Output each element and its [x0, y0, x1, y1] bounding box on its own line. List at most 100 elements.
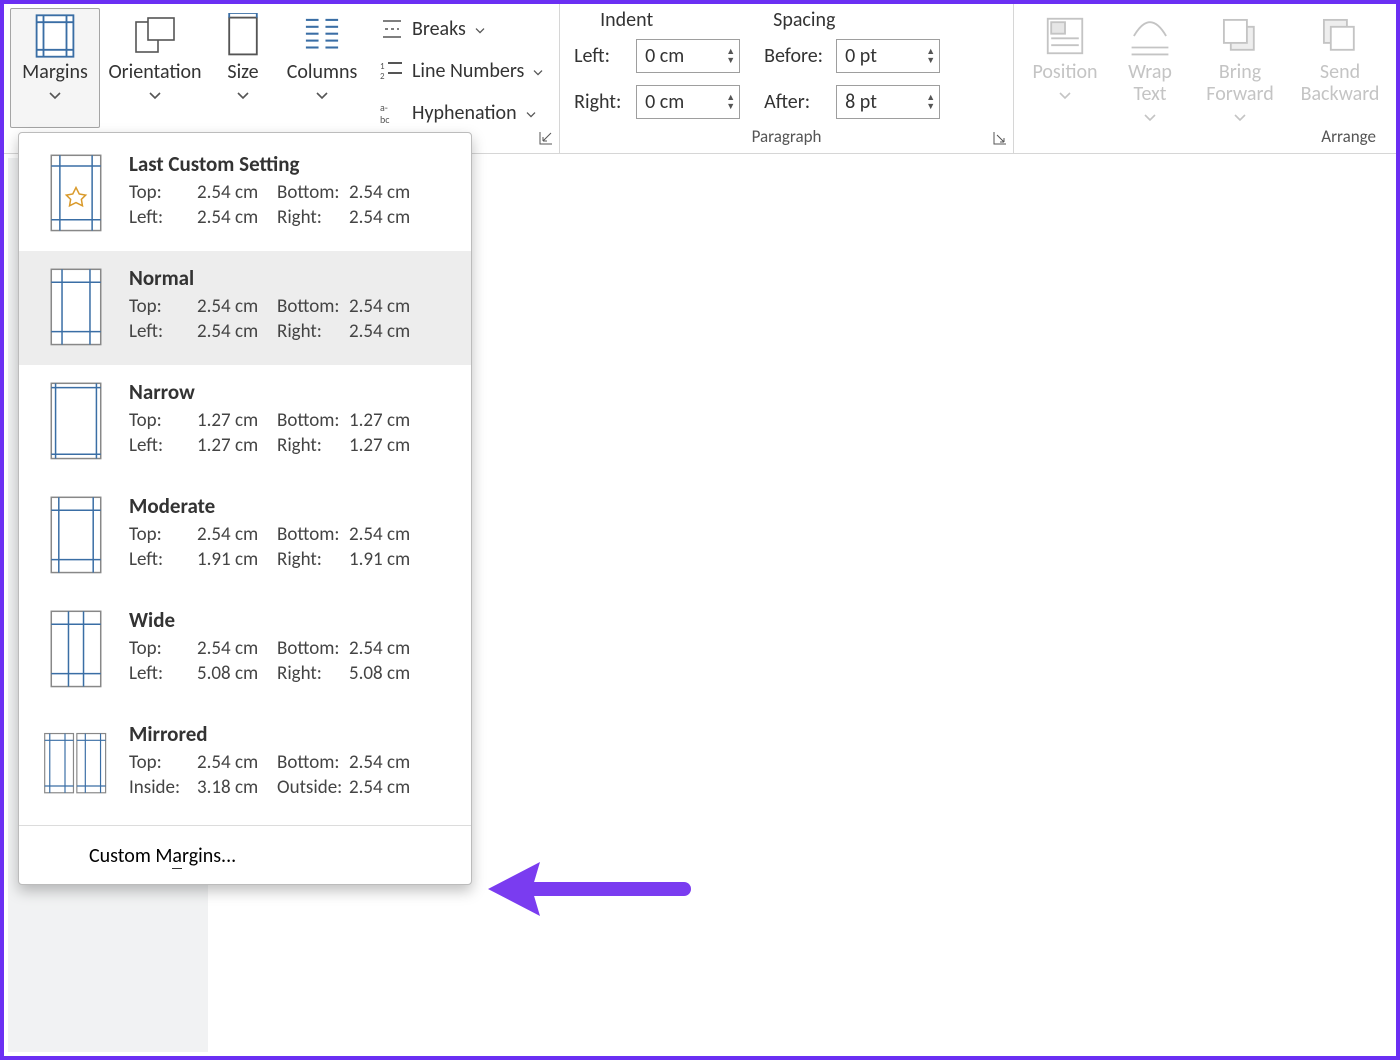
- line-numbers-icon: 12: [380, 59, 404, 83]
- margin-preset-info: Mirrored Top:2.54 cmBottom:2.54 cm Insid…: [129, 721, 453, 799]
- send-backward-button: Send Backward: [1290, 8, 1390, 128]
- spacing-before-input[interactable]: 0 pt ▲▼: [836, 39, 940, 73]
- send-backward-icon: [1317, 13, 1363, 59]
- spacing-after-value: 8 pt: [845, 90, 877, 114]
- svg-text:bc: bc: [380, 113, 390, 125]
- spinner-arrows-icon[interactable]: ▲▼: [926, 93, 935, 111]
- breaks-label: Breaks: [412, 17, 466, 41]
- breaks-button[interactable]: Breaks: [380, 12, 544, 46]
- margin-preset-values: Top:1.27 cmBottom:1.27 cm Left:1.27 cmRi…: [129, 409, 453, 457]
- wrap-text-label: Wrap Text: [1111, 61, 1189, 105]
- chevron-down-icon: [1058, 87, 1072, 106]
- margins-option-wide[interactable]: Wide Top:2.54 cmBottom:2.54 cm Left:5.08…: [19, 593, 471, 707]
- margins-option-normal[interactable]: Normal Top:2.54 cmBottom:2.54 cm Left:2.…: [19, 251, 471, 365]
- arrange-group-title: Arrange: [1014, 126, 1396, 147]
- margins-option-narrow[interactable]: Narrow Top:1.27 cmBottom:1.27 cm Left:1.…: [19, 365, 471, 479]
- margins-option-mirrored[interactable]: Mirrored Top:2.54 cmBottom:2.54 cm Insid…: [19, 707, 471, 821]
- line-numbers-label: Line Numbers: [412, 59, 524, 83]
- margin-preset-values: Top:2.54 cmBottom:2.54 cm Left:5.08 cmRi…: [129, 637, 453, 685]
- group-page-setup: Margins Orientation: [4, 4, 560, 153]
- margin-preset-values: Top:2.54 cmBottom:2.54 cm Left:1.91 cmRi…: [129, 523, 453, 571]
- orientation-button[interactable]: Orientation: [100, 8, 210, 128]
- margin-preset-info: Narrow Top:1.27 cmBottom:1.27 cm Left:1.…: [129, 379, 453, 457]
- indent-right-input[interactable]: 0 cm ▲▼: [636, 85, 740, 119]
- hyphenation-button[interactable]: a-bc Hyphenation: [380, 96, 544, 130]
- position-icon: [1042, 13, 1088, 59]
- margins-dropdown: Last Custom Setting Top:2.54 cmBottom:2.…: [18, 132, 472, 885]
- spacing-before-label: Before:: [764, 44, 828, 68]
- margin-preset-title: Normal: [129, 265, 453, 291]
- chevron-down-icon: [236, 87, 250, 106]
- page-setup-launcher-icon[interactable]: [539, 131, 553, 145]
- indent-left-value: 0 cm: [645, 44, 684, 68]
- bring-forward-icon: [1217, 13, 1263, 59]
- margin-preset-thumb-icon: [43, 721, 109, 807]
- spinner-arrows-icon[interactable]: ▲▼: [926, 47, 935, 65]
- spacing-after-input[interactable]: 8 pt ▲▼: [836, 85, 940, 119]
- breaks-icon: [380, 17, 404, 41]
- margin-preset-thumb-icon: [43, 151, 109, 237]
- orientation-icon: [132, 13, 178, 59]
- svg-text:2: 2: [380, 71, 385, 82]
- margins-option-custom[interactable]: Last Custom Setting Top:2.54 cmBottom:2.…: [19, 137, 471, 251]
- chevron-down-icon: [148, 87, 162, 106]
- margin-preset-title: Wide: [129, 607, 453, 633]
- indent-right-label: Right:: [574, 90, 628, 114]
- indent-left-input[interactable]: 0 cm ▲▼: [636, 39, 740, 73]
- margins-icon: [32, 13, 78, 59]
- margin-preset-values: Top:2.54 cmBottom:2.54 cm Left:2.54 cmRi…: [129, 295, 453, 343]
- margin-preset-info: Normal Top:2.54 cmBottom:2.54 cm Left:2.…: [129, 265, 453, 343]
- margin-preset-info: Moderate Top:2.54 cmBottom:2.54 cm Left:…: [129, 493, 453, 571]
- margin-preset-thumb-icon: [43, 493, 109, 579]
- margins-option-moderate[interactable]: Moderate Top:2.54 cmBottom:2.54 cm Left:…: [19, 479, 471, 593]
- line-numbers-button[interactable]: 12 Line Numbers: [380, 54, 544, 88]
- size-label: Size: [227, 61, 258, 83]
- chevron-down-icon: [315, 87, 329, 106]
- margin-preset-thumb-icon: [43, 265, 109, 351]
- annotation-arrow-icon: [484, 854, 694, 929]
- spacing-heading: Spacing: [773, 8, 835, 32]
- group-arrange: Position Wrap Text Bring Forward Send Ba…: [1014, 4, 1396, 153]
- custom-margins-item[interactable]: Custom Margins...: [19, 830, 471, 884]
- margin-preset-title: Last Custom Setting: [129, 151, 453, 177]
- paragraph-launcher-icon[interactable]: [993, 131, 1007, 145]
- spacing-before-value: 0 pt: [845, 44, 877, 68]
- margin-preset-title: Narrow: [129, 379, 453, 405]
- bring-forward-label: Bring Forward: [1191, 61, 1289, 105]
- spinner-arrows-icon[interactable]: ▲▼: [726, 47, 735, 65]
- group-paragraph: Indent Spacing Left: 0 cm ▲▼ Right: 0 cm ▲…: [560, 4, 1014, 153]
- chevron-down-icon: [48, 87, 62, 106]
- chevron-down-icon: [532, 59, 544, 83]
- position-button: Position: [1020, 8, 1110, 128]
- chevron-down-icon: [474, 17, 486, 41]
- indent-right-value: 0 cm: [645, 90, 684, 114]
- wrap-text-button: Wrap Text: [1110, 8, 1190, 128]
- margins-label: Margins: [22, 61, 88, 83]
- margins-button[interactable]: Margins: [10, 8, 100, 128]
- bring-forward-button: Bring Forward: [1190, 8, 1290, 128]
- chevron-down-icon: [525, 101, 537, 125]
- position-label: Position: [1032, 61, 1097, 83]
- menu-separator: [19, 825, 471, 826]
- columns-button[interactable]: Columns: [276, 8, 368, 128]
- columns-icon: [299, 13, 345, 59]
- columns-label: Columns: [287, 61, 358, 83]
- send-backward-label: Send Backward: [1291, 61, 1389, 105]
- margin-preset-thumb-icon: [43, 379, 109, 465]
- orientation-label: Orientation: [108, 61, 201, 83]
- indent-heading: Indent: [600, 8, 653, 32]
- size-icon: [220, 13, 266, 59]
- custom-margins-label: Custom Margins...: [89, 844, 236, 869]
- size-button[interactable]: Size: [210, 8, 276, 128]
- wrap-text-icon: [1127, 13, 1173, 59]
- spacing-after-label: After:: [764, 90, 828, 114]
- margin-preset-title: Moderate: [129, 493, 453, 519]
- margin-preset-thumb-icon: [43, 607, 109, 693]
- indent-left-label: Left:: [574, 44, 628, 68]
- margin-preset-values: Top:2.54 cmBottom:2.54 cm Left:2.54 cmRi…: [129, 181, 453, 229]
- hyphenation-label: Hyphenation: [412, 101, 517, 125]
- spinner-arrows-icon[interactable]: ▲▼: [726, 93, 735, 111]
- margin-preset-title: Mirrored: [129, 721, 453, 747]
- paragraph-group-title: Paragraph: [560, 126, 1013, 147]
- margin-preset-info: Wide Top:2.54 cmBottom:2.54 cm Left:5.08…: [129, 607, 453, 685]
